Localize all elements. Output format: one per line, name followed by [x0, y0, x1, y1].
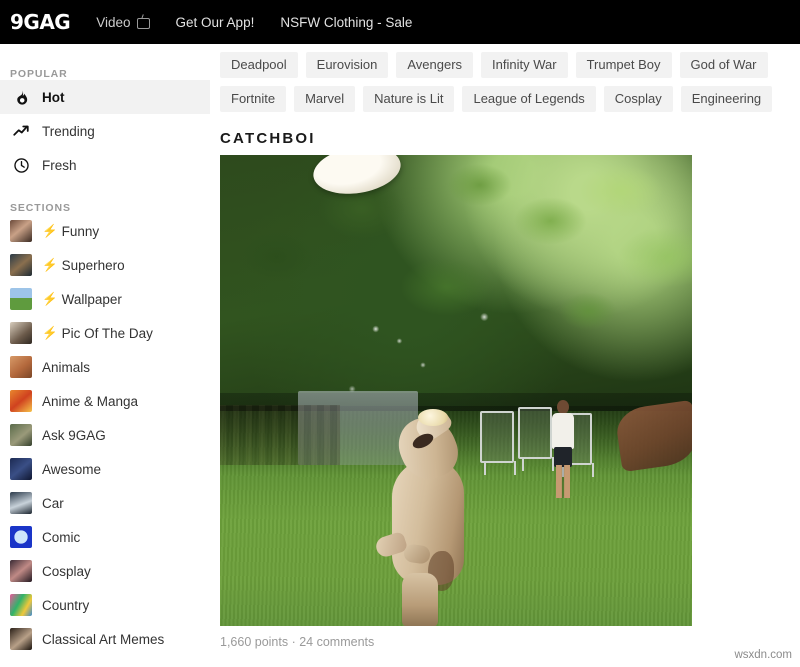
tag-chip-cosplay[interactable]: Cosplay	[603, 86, 673, 112]
sidebar-item-hot-label: Hot	[42, 89, 65, 105]
sidebar-item-animals[interactable]: Animals	[0, 350, 210, 384]
tag-chip-god-of-war[interactable]: God of War	[679, 52, 768, 78]
tag-chip-eurovision[interactable]: Eurovision	[305, 52, 389, 78]
section-thumbnail	[10, 526, 32, 548]
section-thumbnail	[10, 458, 32, 480]
dog-treat	[418, 409, 448, 426]
trending-up-icon	[10, 120, 32, 142]
sidebar-item-funny[interactable]: ⚡ Funny	[0, 214, 210, 248]
section-thumbnail	[10, 424, 32, 446]
sidebar-item-label: Comic	[42, 529, 81, 545]
header-nav: Video Get Our App! NSFW Clothing - Sale	[70, 15, 412, 30]
sidebar-item-trending-label: Trending	[42, 123, 95, 139]
sidebar: POPULAR Hot Trending Fresh SECTIONS ⚡ Fun…	[0, 44, 210, 667]
sidebar-item-hot[interactable]: Hot	[0, 80, 210, 114]
sidebar-item-wallpaper[interactable]: ⚡ Wallpaper	[0, 282, 210, 316]
post-media-gif[interactable]	[220, 155, 692, 626]
tag-chip-avengers[interactable]: Avengers	[396, 52, 474, 78]
section-thumbnail	[10, 560, 32, 582]
nav-video-label: Video	[96, 14, 131, 30]
sidebar-item-anime-manga[interactable]: Anime & Manga	[0, 384, 210, 418]
lightning-bolt-icon: ⚡	[42, 257, 58, 272]
section-thumbnail	[10, 492, 32, 514]
person-legs	[556, 465, 570, 498]
sidebar-item-label: Wallpaper	[61, 291, 122, 307]
dog	[370, 403, 480, 626]
lightning-bolt-icon: ⚡	[42, 223, 58, 238]
sidebar-item-label: Funny	[61, 223, 100, 239]
sidebar-item-label: Animals	[42, 359, 91, 375]
tag-chip-infinity-war[interactable]: Infinity War	[481, 52, 568, 78]
sidebar-item-cosplay[interactable]: Cosplay	[0, 554, 210, 588]
sidebar-sections-heading: SECTIONS	[10, 202, 71, 214]
dog-hind-legs	[402, 573, 438, 626]
sidebar-popular-heading: POPULAR	[10, 68, 68, 80]
clock-icon	[10, 154, 32, 176]
tag-chip-engineering[interactable]: Engineering	[680, 86, 773, 112]
sidebar-item-car[interactable]: Car	[0, 486, 210, 520]
lightning-bolt-icon: ⚡	[42, 291, 58, 306]
section-thumbnail	[10, 220, 32, 242]
section-thumbnail	[10, 254, 32, 276]
sidebar-item-comic[interactable]: Comic	[0, 520, 210, 554]
nav-item-get-our-app[interactable]: Get Our App!	[176, 15, 255, 30]
main-content: Deadpool Eurovision Avengers Infinity War Tr…	[210, 44, 800, 667]
section-thumbnail	[10, 594, 32, 616]
tag-chip-marvel[interactable]: Marvel	[294, 86, 356, 112]
tag-chip-deadpool[interactable]: Deadpool	[220, 52, 298, 78]
sidebar-item-label: Cosplay	[42, 563, 91, 579]
tag-chip-list: Deadpool Eurovision Avengers Infinity War Tr…	[210, 44, 800, 112]
section-thumbnail	[10, 628, 32, 650]
patio-chair	[480, 411, 516, 475]
sidebar-item-awesome[interactable]: Awesome	[0, 452, 210, 486]
section-thumbnail	[10, 390, 32, 412]
patio-chair	[518, 407, 554, 471]
sidebar-item-fresh-label: Fresh	[42, 157, 77, 173]
tag-chip-league-of-legends[interactable]: League of Legends	[462, 86, 596, 112]
section-thumbnail	[10, 322, 32, 344]
section-thumbnail	[10, 356, 32, 378]
flame-icon	[10, 86, 32, 108]
lightning-bolt-icon: ⚡	[42, 325, 58, 340]
tag-chip-nature-is-lit[interactable]: Nature is Lit	[363, 86, 455, 112]
sidebar-item-label: Anime & Manga	[42, 393, 139, 409]
nav-item-nsfw-clothing[interactable]: NSFW Clothing - Sale	[280, 15, 412, 30]
site-logo[interactable]: 9GAG	[10, 10, 71, 34]
watermark: wsxdn.com	[734, 649, 792, 661]
sidebar-sections-list: ⚡ Funny ⚡ Superhero ⚡ Wallpaper ⚡ Pic Of The Da…	[0, 214, 210, 656]
post-title: CATCHBOI	[220, 130, 316, 147]
sidebar-item-country[interactable]: Country	[0, 588, 210, 622]
nav-item-video[interactable]: Video	[96, 14, 150, 30]
sidebar-item-trending[interactable]: Trending	[0, 114, 210, 148]
sidebar-item-label: Classical Art Memes	[42, 631, 165, 647]
sidebar-item-label: Ask 9GAG	[42, 427, 106, 443]
post-meta: 1,660 points · 24 comments	[220, 635, 375, 649]
sidebar-item-ask-9gag[interactable]: Ask 9GAG	[0, 418, 210, 452]
sidebar-item-label: Superhero	[61, 257, 125, 273]
sidebar-item-classical-art-memes[interactable]: Classical Art Memes	[0, 622, 210, 656]
sidebar-item-label: Awesome	[42, 461, 102, 477]
person-head	[557, 400, 569, 414]
post-card: CATCHBOI 1,660 points · 24 comments	[210, 130, 800, 649]
tag-chip-trumpet-boy[interactable]: Trumpet Boy	[575, 52, 672, 78]
sidebar-item-label: Car	[42, 495, 64, 511]
person-background	[550, 400, 576, 498]
sidebar-item-pic-of-the-day[interactable]: ⚡ Pic Of The Day	[0, 316, 210, 350]
sidebar-item-label: Country	[42, 597, 90, 613]
top-header: 9GAG Video Get Our App! NSFW Clothing - …	[0, 0, 800, 44]
sidebar-item-label: Pic Of The Day	[61, 325, 153, 341]
tag-chip-fortnite[interactable]: Fortnite	[220, 86, 287, 112]
person-shorts	[554, 447, 572, 467]
fence	[220, 405, 340, 465]
tv-icon	[136, 17, 150, 29]
sidebar-item-superhero[interactable]: ⚡ Superhero	[0, 248, 210, 282]
section-thumbnail	[10, 288, 32, 310]
sidebar-item-fresh[interactable]: Fresh	[0, 148, 210, 182]
person-shirt	[552, 413, 574, 449]
